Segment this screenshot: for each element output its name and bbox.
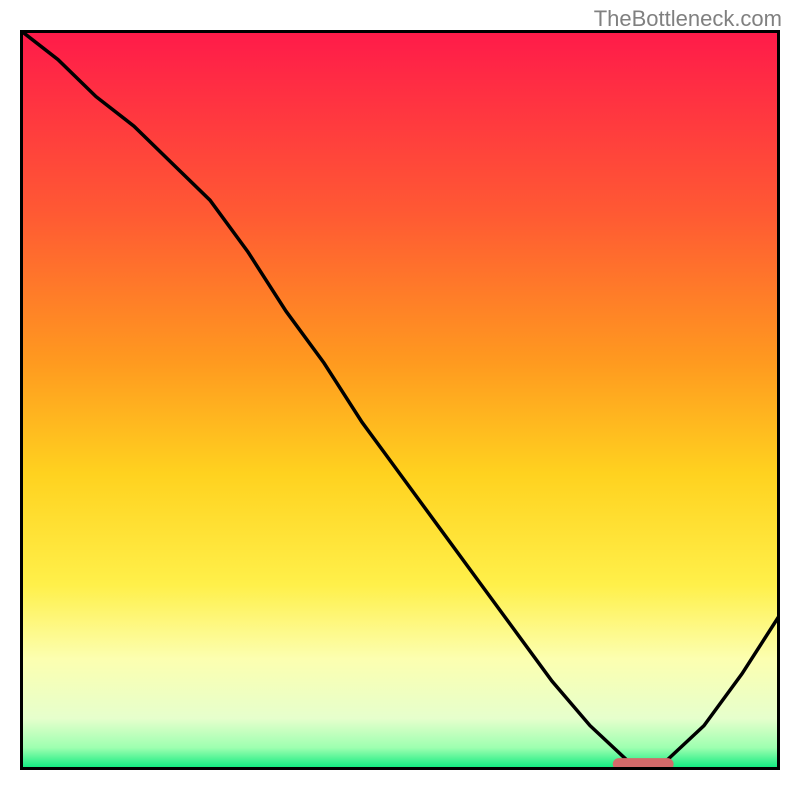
plot-area: [20, 30, 780, 770]
chart-container: TheBottleneck.com: [0, 0, 800, 800]
gradient-background: [20, 30, 780, 770]
chart-svg: [20, 30, 780, 770]
watermark-text: TheBottleneck.com: [594, 6, 782, 32]
